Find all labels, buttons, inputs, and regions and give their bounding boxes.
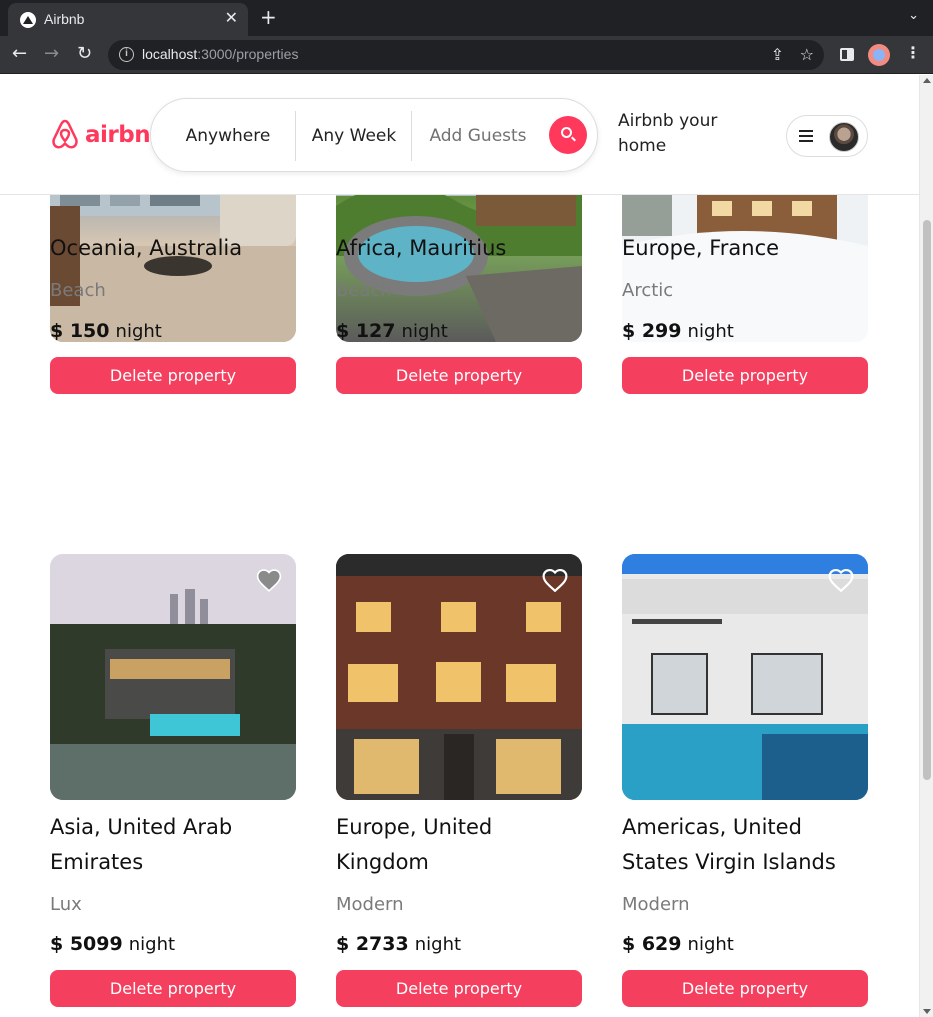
property-title: Europe, United Kingdom	[336, 815, 493, 874]
property-image[interactable]	[622, 554, 868, 800]
property-type: Modern	[622, 894, 690, 915]
property-title: Asia, United Arab Emirates	[50, 815, 233, 874]
avatar	[829, 122, 859, 152]
delete-property-button[interactable]: Delete property	[622, 357, 868, 394]
property-type: Modern	[336, 894, 404, 915]
page-viewport: Oceania, Australia Beach $ 150 night Del…	[0, 75, 933, 1017]
site-header: airbnb Anywhere Any Week Add Guests Airb…	[0, 75, 919, 195]
url-text[interactable]: localhost:3000/properties	[142, 46, 298, 62]
user-menu-button[interactable]	[786, 115, 868, 157]
browser-toolbar: ← → ↻ i localhost:3000/properties ⇪ ☆ ⋮	[0, 36, 933, 74]
search-bar: Anywhere Any Week Add Guests	[150, 98, 598, 172]
scroll-up-arrow-icon[interactable]	[923, 78, 931, 83]
share-icon[interactable]: ⇪	[771, 45, 784, 64]
reload-icon[interactable]: ↻	[77, 43, 92, 64]
favicon-icon	[20, 12, 36, 28]
property-type: Lux	[50, 894, 82, 915]
hamburger-menu-icon	[799, 130, 813, 142]
page-scrollbar[interactable]	[919, 75, 933, 1017]
site-info-icon[interactable]: i	[119, 47, 134, 62]
search-icon	[561, 127, 572, 138]
delete-property-button[interactable]: Delete property	[336, 357, 582, 394]
heart-icon[interactable]	[542, 568, 568, 592]
search-divider	[411, 111, 412, 161]
heart-icon[interactable]	[828, 568, 854, 592]
browser-tabbar: Airbnb ✕ + ⌄	[0, 0, 933, 36]
tab-search-icon[interactable]: ⌄	[908, 8, 919, 23]
forward-icon[interactable]: →	[44, 43, 59, 64]
property-type: Arctic	[622, 280, 674, 301]
property-title: Africa, Mauritius	[336, 236, 507, 260]
property-price: $ 127 night	[336, 320, 448, 342]
airbnb-logo[interactable]: airbnb	[50, 118, 167, 151]
property-price: $ 299 night	[622, 320, 734, 342]
property-price: $ 2733 night	[336, 933, 462, 955]
delete-property-button[interactable]: Delete property	[622, 970, 868, 1007]
property-price: $ 629 night	[622, 933, 734, 955]
airbnb-your-home-link[interactable]: Airbnb your home	[618, 109, 748, 159]
new-tab-icon[interactable]: +	[260, 5, 277, 29]
profile-icon[interactable]	[868, 44, 890, 66]
search-divider	[295, 111, 296, 161]
property-price: $ 150 night	[50, 320, 162, 342]
tab-title: Airbnb	[44, 11, 85, 27]
scroll-down-arrow-icon[interactable]	[923, 1009, 931, 1014]
airbnb-logo-icon	[52, 119, 78, 149]
heart-icon[interactable]	[256, 568, 282, 592]
property-title: Americas, United States Virgin Islands	[622, 815, 836, 874]
search-add-guests[interactable]: Add Guests	[413, 99, 543, 173]
property-title: Oceania, Australia	[50, 236, 243, 260]
property-image[interactable]	[50, 554, 296, 800]
browser-tab[interactable]: Airbnb ✕	[8, 3, 248, 36]
side-panel-icon[interactable]	[840, 48, 854, 61]
delete-property-button[interactable]: Delete property	[50, 970, 296, 1007]
property-title: Europe, France	[622, 236, 780, 260]
delete-property-button[interactable]: Delete property	[336, 970, 582, 1007]
property-type: Beach	[50, 280, 106, 301]
back-icon[interactable]: ←	[12, 43, 27, 64]
search-anywhere[interactable]: Anywhere	[161, 99, 295, 173]
address-bar[interactable]: i localhost:3000/properties ⇪ ☆	[108, 40, 824, 70]
browser-menu-icon[interactable]: ⋮	[905, 43, 921, 62]
delete-property-button[interactable]: Delete property	[50, 357, 296, 394]
property-type: Beach	[336, 280, 392, 301]
close-tab-icon[interactable]: ✕	[225, 8, 238, 27]
property-image[interactable]	[336, 554, 582, 800]
property-price: $ 5099 night	[50, 933, 176, 955]
search-week[interactable]: Any Week	[297, 99, 411, 173]
scrollbar-thumb[interactable]	[923, 220, 931, 780]
search-button[interactable]	[549, 116, 587, 154]
bookmark-star-icon[interactable]: ☆	[800, 45, 814, 64]
